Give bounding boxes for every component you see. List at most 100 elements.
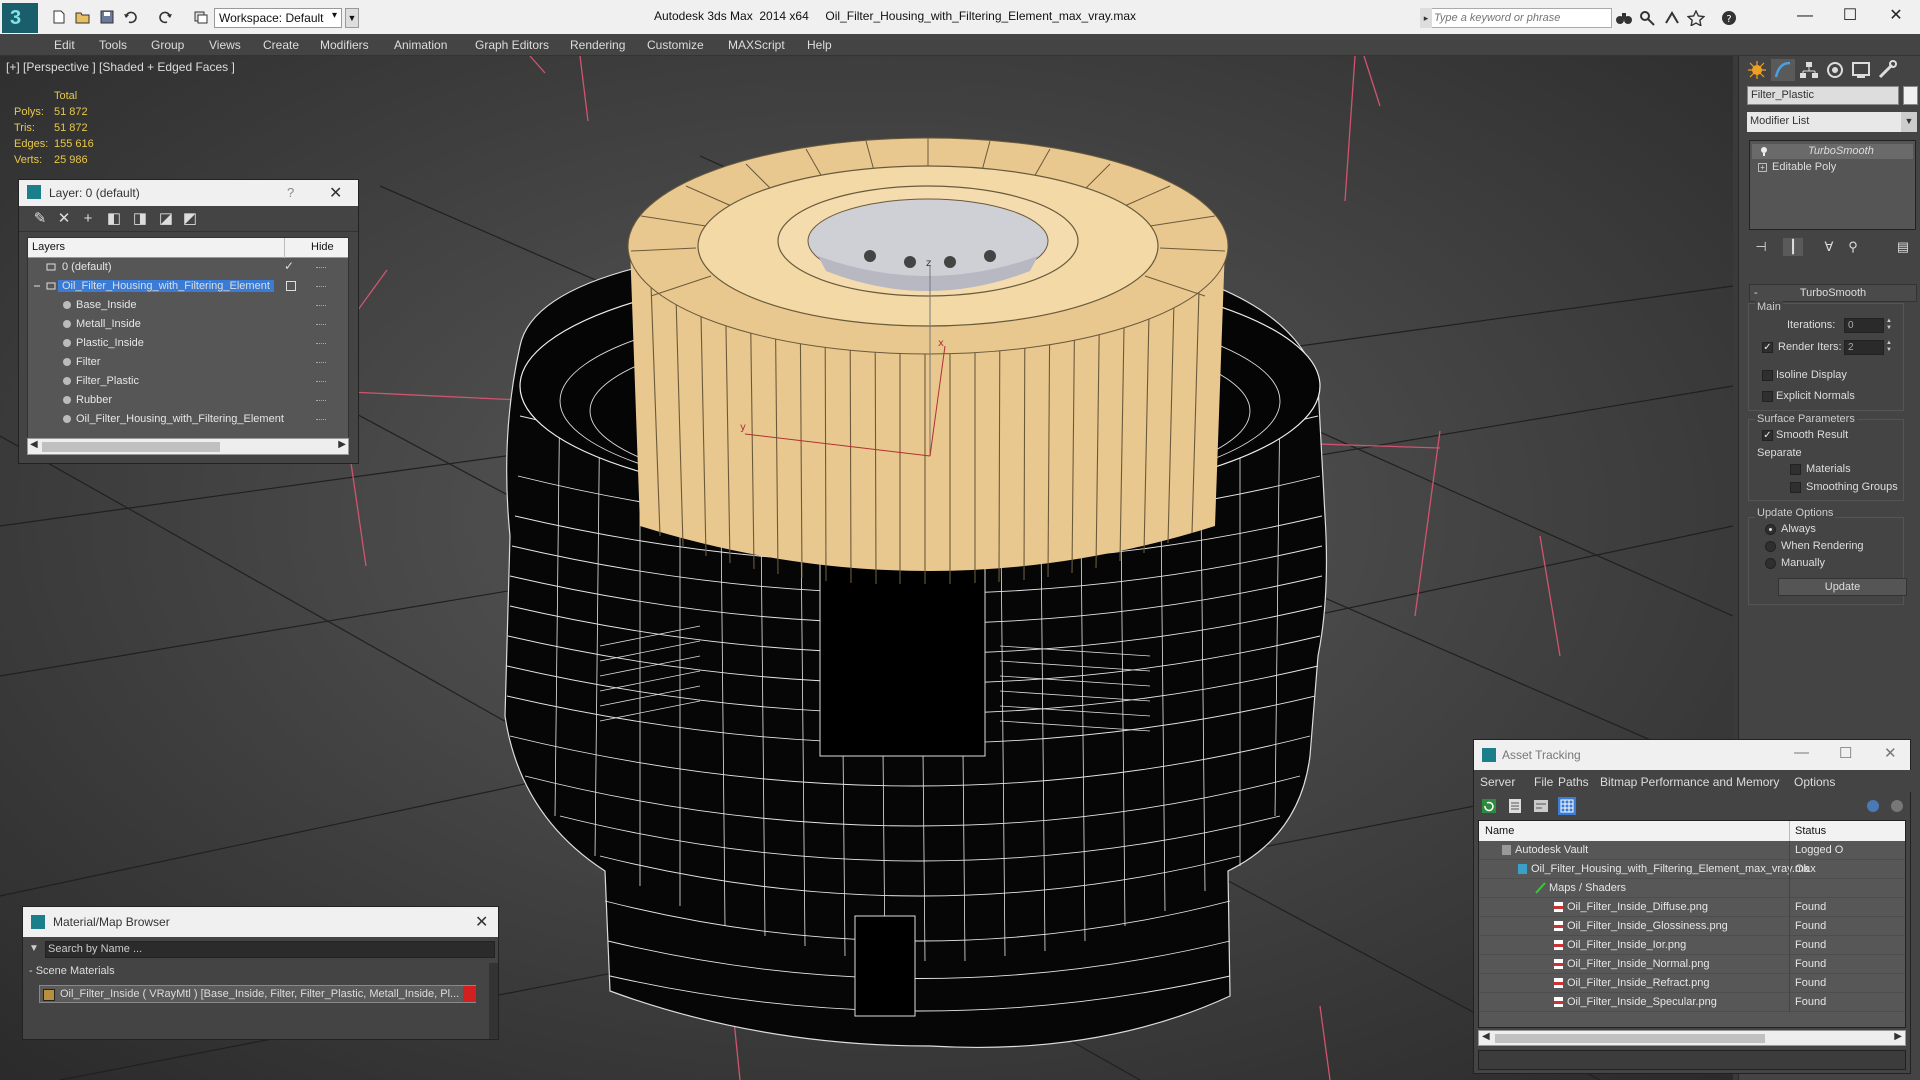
always-radio[interactable] xyxy=(1765,524,1776,535)
material-vertical-scrollbar[interactable] xyxy=(489,963,498,1039)
smooth-result-checkbox[interactable]: ✓ xyxy=(1762,430,1773,441)
scroll-right-icon[interactable]: ▶ xyxy=(338,439,346,450)
new-file-icon[interactable] xyxy=(50,9,68,25)
layer-dialog-titlebar[interactable]: Layer: 0 (default) ? ✕ xyxy=(19,180,358,206)
browser-options-icon[interactable]: ▼ xyxy=(29,943,39,954)
menu-customize[interactable]: Customize xyxy=(647,38,704,52)
layer-row[interactable]: Oil_Filter_Housing_with_Filtering_Elemen… xyxy=(28,277,348,296)
motion-tab-icon[interactable] xyxy=(1823,59,1847,81)
tree-view-icon[interactable] xyxy=(1532,797,1550,815)
close-icon[interactable]: ✕ xyxy=(1884,744,1897,762)
material-browser-titlebar[interactable]: Material/Map Browser ✕ xyxy=(23,907,498,937)
menu-edit[interactable]: Edit xyxy=(54,38,75,52)
make-unique-icon[interactable]: ∀ xyxy=(1819,238,1839,256)
turbosmooth-rollout-header[interactable]: - TurboSmooth xyxy=(1749,284,1917,302)
delete-layer-icon[interactable]: ✕ xyxy=(55,210,73,228)
minimize-icon[interactable]: — xyxy=(1785,4,1825,28)
modifier-list-dropdown[interactable]: Modifier List ▼ xyxy=(1747,112,1917,132)
asset-row[interactable]: Maps / Shaders xyxy=(1479,879,1905,898)
layer-row[interactable]: Metall_Inside xyxy=(28,315,348,334)
scroll-left-icon[interactable]: ◀ xyxy=(30,439,38,450)
layer-horizontal-scrollbar[interactable]: ◀ ▶ xyxy=(27,438,349,455)
remove-modifier-icon[interactable]: ⚲ xyxy=(1843,238,1863,256)
object-color-swatch[interactable] xyxy=(1903,86,1918,105)
asset-row[interactable]: Autodesk Vault Logged O xyxy=(1479,841,1905,860)
redo-icon[interactable] xyxy=(156,9,174,25)
object-name-field[interactable]: Filter_Plastic xyxy=(1747,86,1899,105)
help-icon[interactable]: ? xyxy=(287,185,294,200)
communication-center-icon[interactable] xyxy=(1663,10,1681,26)
scene-materials-group[interactable]: - Scene Materials xyxy=(29,965,115,977)
quick-access-dropdown[interactable]: ▼ xyxy=(345,8,359,28)
app-logo-icon[interactable]: 3 xyxy=(2,3,38,33)
search-collapse-arrow-icon[interactable]: ▸ xyxy=(1420,8,1432,28)
highlight-layer-icon[interactable]: ◨ xyxy=(131,210,149,228)
asset-menu-server[interactable]: Server xyxy=(1480,775,1515,789)
layer-row[interactable]: Oil_Filter_Housing_with_Filtering_Elemen… xyxy=(28,410,348,429)
hide-toggle[interactable] xyxy=(316,286,326,288)
scroll-right-icon[interactable]: ▶ xyxy=(1894,1031,1902,1042)
table-view-icon[interactable] xyxy=(1558,797,1576,815)
list-view-icon[interactable] xyxy=(1506,797,1524,815)
hide-toggle[interactable] xyxy=(316,419,326,421)
minimize-icon[interactable]: — xyxy=(1794,744,1809,761)
menu-rendering[interactable]: Rendering xyxy=(570,38,625,52)
refresh-icon[interactable] xyxy=(1480,797,1498,815)
asset-menu-file[interactable]: File xyxy=(1534,775,1553,789)
menu-views[interactable]: Views xyxy=(209,38,241,52)
project-folder-icon[interactable] xyxy=(192,9,210,25)
hide-toggle[interactable] xyxy=(316,324,326,326)
configure-modifier-sets-icon[interactable]: ▤ xyxy=(1893,238,1913,256)
iterations-spinner[interactable]: 0 xyxy=(1844,318,1884,333)
asset-row[interactable]: Oil_Filter_Inside_Ior.png Found xyxy=(1479,936,1905,955)
menu-graph-editors[interactable]: Graph Editors xyxy=(475,38,549,52)
materials-checkbox[interactable] xyxy=(1790,464,1801,475)
asset-tracking-titlebar[interactable]: Asset Tracking — ☐ ✕ xyxy=(1474,740,1910,770)
menu-group[interactable]: Group xyxy=(151,38,184,52)
column-hide[interactable]: Hide xyxy=(311,241,334,253)
hide-toggle[interactable] xyxy=(316,343,326,345)
spinner-arrows-icon[interactable]: ▲ ▼ xyxy=(1885,340,1893,355)
asset-horizontal-scrollbar[interactable]: ◀ ▶ xyxy=(1478,1030,1906,1046)
favorites-star-icon[interactable] xyxy=(1686,9,1706,28)
menu-tools[interactable]: Tools xyxy=(99,38,127,52)
menu-help[interactable]: Help xyxy=(807,38,832,52)
hide-toggle[interactable] xyxy=(316,305,326,307)
collapse-icon[interactable] xyxy=(32,281,42,291)
workspace-select[interactable]: Workspace: Default ▾ xyxy=(214,8,342,28)
close-icon[interactable]: ✕ xyxy=(329,183,342,203)
add-to-layer-icon[interactable]: + xyxy=(79,210,97,228)
asset-row[interactable]: Oil_Filter_Inside_Refract.png Found xyxy=(1479,974,1905,993)
menu-maxscript[interactable]: MAXScript xyxy=(728,38,785,52)
expand-icon[interactable]: + xyxy=(1758,163,1767,172)
manually-radio[interactable] xyxy=(1765,558,1776,569)
stack-item-turbosmooth[interactable]: TurboSmooth xyxy=(1752,144,1913,159)
spinner-arrows-icon[interactable]: ▲ ▼ xyxy=(1885,318,1893,333)
layer-row[interactable]: Plastic_Inside xyxy=(28,334,348,353)
display-tab-icon[interactable] xyxy=(1849,59,1873,81)
vault-login-icon[interactable] xyxy=(1864,797,1882,815)
open-file-icon[interactable] xyxy=(74,9,92,25)
hierarchy-tab-icon[interactable] xyxy=(1797,59,1821,81)
show-end-result-icon[interactable]: ┃ xyxy=(1783,238,1803,256)
vault-help-icon[interactable] xyxy=(1888,797,1906,815)
menu-animation[interactable]: Animation xyxy=(394,38,447,52)
hide-toggle[interactable] xyxy=(316,267,326,269)
viewport-label-menu[interactable]: [+] [Perspective ] [Shaded + Edged Faces… xyxy=(6,60,235,74)
when-rendering-radio[interactable] xyxy=(1765,541,1776,552)
asset-path-field[interactable] xyxy=(1478,1050,1906,1070)
update-button[interactable]: Update xyxy=(1778,578,1907,596)
layer-row[interactable]: Base_Inside xyxy=(28,296,348,315)
scrollbar-thumb[interactable] xyxy=(1495,1034,1765,1043)
active-layer-check-icon[interactable]: ✓ xyxy=(284,259,294,273)
smoothing-groups-checkbox[interactable] xyxy=(1790,482,1801,493)
select-objects-icon[interactable]: ◧ xyxy=(105,210,123,228)
asset-row[interactable]: Oil_Filter_Inside_Glossiness.png Found xyxy=(1479,917,1905,936)
scroll-left-icon[interactable]: ◀ xyxy=(1482,1031,1490,1042)
column-status[interactable]: Status xyxy=(1795,825,1826,837)
make-active-checkbox[interactable] xyxy=(286,281,296,291)
material-search-input[interactable]: Search by Name ... xyxy=(45,941,495,958)
modify-tab-icon[interactable] xyxy=(1771,59,1795,81)
search-input[interactable] xyxy=(1434,9,1610,27)
maximize-icon[interactable]: ☐ xyxy=(1830,4,1870,28)
